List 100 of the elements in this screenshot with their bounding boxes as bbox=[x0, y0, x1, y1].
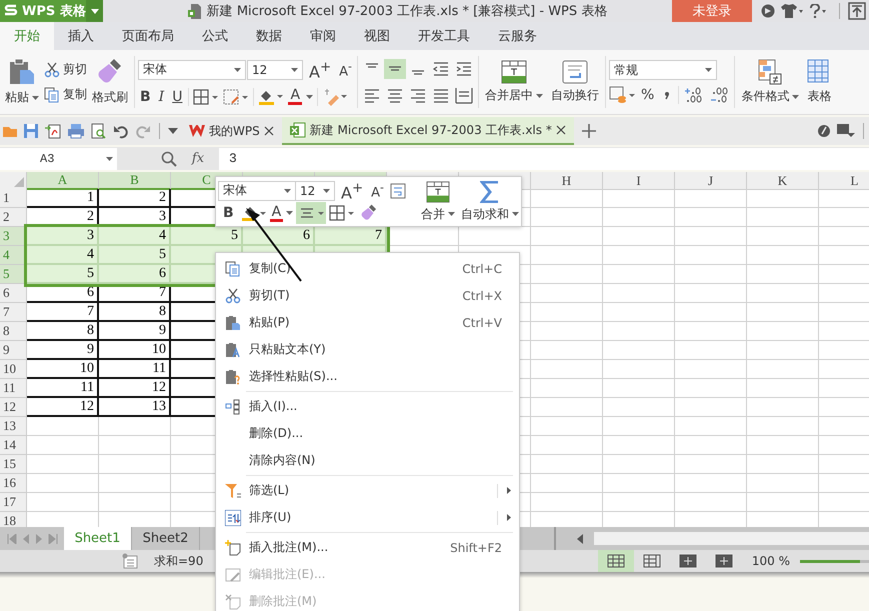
borders-icon[interactable] bbox=[193, 88, 220, 105]
formula-input[interactable]: 3 bbox=[219, 148, 869, 170]
undo-icon[interactable] bbox=[113, 123, 129, 139]
row-header[interactable]: 14 bbox=[0, 436, 27, 455]
caret-icon[interactable] bbox=[512, 212, 519, 216]
new-tab-icon[interactable] bbox=[582, 124, 596, 138]
italic-button[interactable]: I bbox=[156, 88, 166, 106]
close-icon[interactable] bbox=[556, 125, 566, 135]
row-header[interactable]: 16 bbox=[0, 474, 27, 493]
font-color-button[interactable]: A bbox=[288, 88, 302, 106]
insert-function-button[interactable]: fx bbox=[183, 151, 213, 166]
ribbon-tab[interactable]: 插入 bbox=[54, 22, 108, 50]
column-header[interactable]: I bbox=[603, 172, 675, 190]
menu-item[interactable]: 粘贴(P) Ctrl+V bbox=[216, 309, 519, 336]
ribbon-tab[interactable]: 视图 bbox=[350, 22, 404, 50]
ribbon-tab[interactable]: 审阅 bbox=[296, 22, 350, 50]
menu-item[interactable]: 剪切(T) Ctrl+X bbox=[216, 282, 519, 309]
skin-icon[interactable] bbox=[817, 124, 831, 138]
caret-icon[interactable] bbox=[792, 94, 800, 98]
feedback-icon[interactable] bbox=[761, 4, 775, 18]
menu-item[interactable]: 排序(U) bbox=[216, 504, 519, 531]
menu-item[interactable]: 清除内容(N) bbox=[216, 447, 519, 474]
dropdown-icon[interactable] bbox=[168, 128, 178, 134]
shirt-icon[interactable] bbox=[781, 4, 803, 18]
caret-icon[interactable] bbox=[32, 96, 39, 100]
column-header[interactable]: H bbox=[531, 172, 603, 190]
row-header[interactable]: 8 bbox=[0, 322, 27, 341]
ribbon-tab[interactable]: 公式 bbox=[188, 22, 242, 50]
ribbon-tab[interactable]: 开发工具 bbox=[404, 22, 484, 50]
window-menu-icon[interactable] bbox=[837, 124, 855, 138]
distribute-icon[interactable] bbox=[452, 85, 475, 105]
paste-button[interactable]: 粘贴 bbox=[2, 56, 42, 108]
pdf-export-icon[interactable] bbox=[45, 123, 61, 139]
upload-icon[interactable] bbox=[848, 2, 866, 20]
ribbon-tab[interactable]: 页面布局 bbox=[108, 22, 188, 50]
align-center-icon[interactable] bbox=[296, 202, 326, 224]
merge-center-button[interactable]: 合并居中 bbox=[482, 58, 546, 106]
caret-icon[interactable] bbox=[306, 94, 314, 99]
document-tab[interactable]: 我的WPS bbox=[181, 117, 282, 145]
shrink-font-button[interactable]: A$^{-}$ bbox=[369, 179, 386, 202]
underline-button[interactable]: U bbox=[170, 88, 184, 106]
row-header[interactable]: 9 bbox=[0, 341, 27, 360]
row-header[interactable]: 15 bbox=[0, 455, 27, 474]
vertical-align-icon[interactable] bbox=[384, 59, 406, 79]
grow-font-button[interactable]: A$^{+}$ bbox=[339, 180, 366, 202]
currency-icon[interactable] bbox=[608, 86, 635, 104]
column-header[interactable]: J bbox=[675, 172, 747, 190]
app-dropdown-button[interactable] bbox=[86, 0, 103, 22]
row-header[interactable]: 18 bbox=[0, 512, 27, 527]
document-tab[interactable]: 新建 Microsoft Excel 97-2003 工作表.xls * bbox=[282, 117, 574, 145]
caret-icon[interactable] bbox=[286, 211, 294, 216]
font-size-select[interactable]: 12 bbox=[295, 180, 335, 201]
wrap-text-icon[interactable] bbox=[390, 182, 406, 199]
ribbon-tab[interactable]: 开始 bbox=[0, 22, 54, 50]
row-header[interactable]: 10 bbox=[0, 360, 27, 379]
row-header[interactable]: 13 bbox=[0, 417, 27, 436]
copy-button[interactable]: 复制 bbox=[44, 86, 87, 103]
draw-border-icon[interactable] bbox=[223, 88, 250, 105]
percent-button[interactable]: % bbox=[638, 86, 656, 104]
menu-item[interactable]: 插入批注(M)... Shift+F2 bbox=[216, 534, 519, 561]
scroll-left-icon[interactable] bbox=[576, 534, 584, 544]
sheet-tab[interactable]: Sheet1 bbox=[64, 527, 132, 550]
row-header[interactable]: 2 bbox=[0, 208, 27, 227]
paintbrush-icon[interactable] bbox=[360, 204, 378, 222]
merge-button[interactable]: 合并 bbox=[418, 177, 458, 226]
bold-button[interactable]: B bbox=[138, 88, 153, 106]
caret-icon[interactable] bbox=[448, 212, 455, 216]
column-header[interactable]: L bbox=[819, 172, 869, 190]
print-preview-icon[interactable] bbox=[91, 123, 107, 139]
menu-item[interactable]: 筛选(L) bbox=[216, 477, 519, 504]
font-size-select[interactable]: 12 bbox=[247, 60, 303, 80]
row-header[interactable]: 7 bbox=[0, 303, 27, 322]
cut-button[interactable]: 剪切 bbox=[44, 61, 87, 78]
grow-font-button[interactable]: A$^{+}$ bbox=[307, 58, 334, 82]
row-header[interactable]: 12 bbox=[0, 398, 27, 417]
row-header[interactable]: 1 bbox=[0, 189, 27, 208]
menu-item[interactable]: 只粘贴文本(Y) bbox=[216, 336, 519, 363]
print-icon[interactable] bbox=[67, 123, 85, 139]
column-header[interactable]: K bbox=[747, 172, 819, 190]
eraser-icon[interactable] bbox=[322, 88, 348, 106]
ribbon-tab[interactable]: 云服务 bbox=[484, 22, 551, 50]
format-painter-button[interactable]: 格式刷 bbox=[89, 56, 131, 108]
menu-item[interactable]: 选择性粘贴(S)... bbox=[216, 363, 519, 390]
shrink-font-button[interactable]: A$^{-}$ bbox=[337, 58, 354, 82]
number-format-select[interactable]: 常规 bbox=[608, 60, 717, 80]
horizontal-scrollbar[interactable] bbox=[594, 532, 869, 545]
font-select[interactable]: 宋体 bbox=[138, 60, 246, 80]
ribbon-tab[interactable]: 数据 bbox=[242, 22, 296, 50]
conditional-format-button[interactable]: 条件格式 bbox=[738, 57, 802, 107]
menu-item[interactable]: 删除(D)... bbox=[216, 420, 519, 447]
save-icon[interactable] bbox=[23, 123, 39, 139]
table-format-button[interactable]: 表格 bbox=[804, 57, 834, 107]
wrap-text-button[interactable]: 自动换行 bbox=[548, 58, 602, 106]
row-header[interactable]: 6 bbox=[0, 284, 27, 303]
view-mode-button[interactable] bbox=[598, 550, 634, 572]
bold-button[interactable]: B bbox=[221, 204, 236, 222]
font-color-button[interactable]: A bbox=[270, 204, 284, 222]
close-icon[interactable] bbox=[264, 126, 274, 136]
menu-item[interactable]: 插入(I)... bbox=[216, 393, 519, 420]
autosum-button[interactable]: 自动求和 bbox=[458, 177, 522, 226]
